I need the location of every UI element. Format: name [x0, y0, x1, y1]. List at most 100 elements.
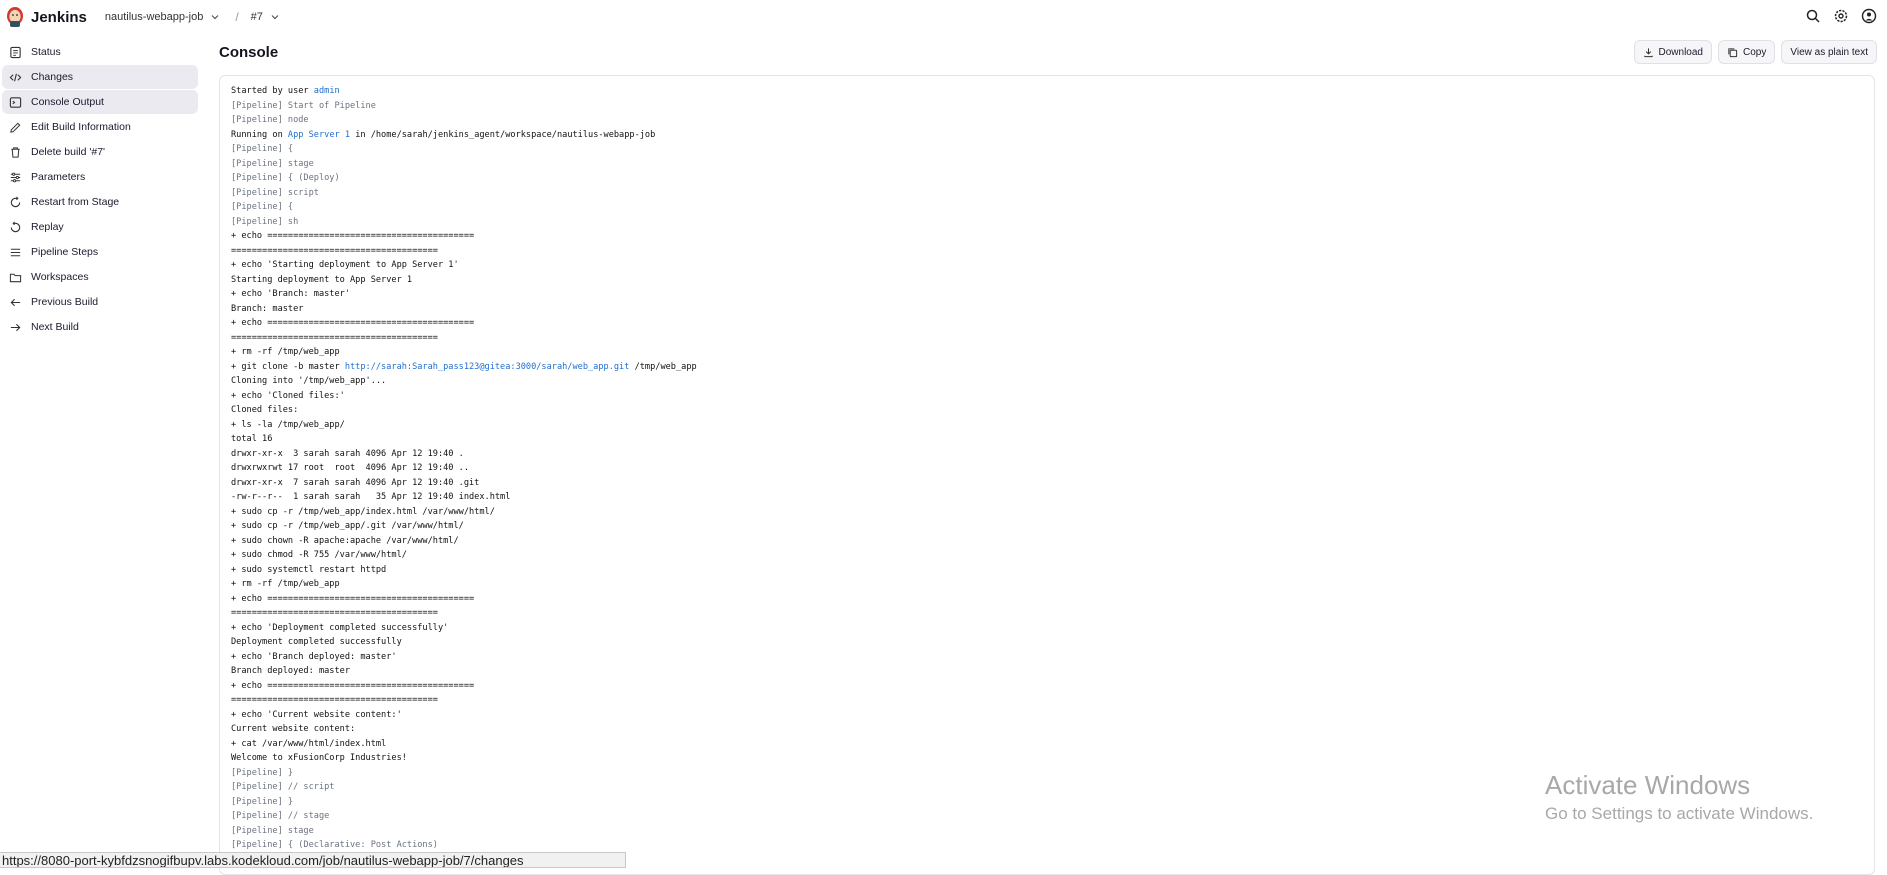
- console-line: Cloning into '/tmp/web_app'...: [231, 374, 1874, 389]
- pipeline-step-text: [Pipeline] {: [231, 202, 294, 212]
- sidebar-item-pipeline-steps[interactable]: Pipeline Steps: [2, 240, 198, 264]
- console-text: + sudo chmod -R 755 /var/www/html/: [231, 550, 407, 560]
- search-icon[interactable]: [1805, 8, 1821, 24]
- console-text: + echo =================================…: [231, 680, 475, 691]
- activate-windows-title: Activate Windows: [1545, 770, 1751, 800]
- console-line: + echo 'Cloned files:': [231, 389, 1874, 404]
- console-line: [Pipeline] {: [231, 142, 1874, 157]
- console-line: Starting deployment to App Server 1: [231, 273, 1874, 288]
- sidebar-item-parameters[interactable]: Parameters: [2, 165, 198, 189]
- sidebar-item-label: Restart from Stage: [31, 196, 120, 208]
- console-line: Welcome to xFusionCorp Industries!: [231, 751, 1874, 766]
- console-text: in /home/sarah/jenkins_agent/workspace/n…: [350, 129, 656, 140]
- gear-icon[interactable]: [1833, 8, 1849, 24]
- console-text: Deployment completed successfully: [231, 637, 402, 647]
- console-line: Started by user admin: [231, 84, 1874, 99]
- console-line: ========================================: [231, 693, 1874, 708]
- pipeline-step-text: [Pipeline] Start of Pipeline: [231, 100, 376, 111]
- pipeline-step-text: [Pipeline] script: [231, 187, 319, 198]
- console-text: Branch: master: [231, 303, 304, 314]
- console-text: + echo 'Branch: master': [231, 289, 350, 299]
- console-line: Branch: master: [231, 302, 1874, 317]
- pipeline-step-text: [Pipeline] sh: [231, 216, 299, 227]
- console-line: ========================================: [231, 331, 1874, 346]
- sidebar-item-workspaces[interactable]: Workspaces: [2, 265, 198, 289]
- jenkins-logo-icon[interactable]: [6, 6, 24, 28]
- sidebar-item-changes[interactable]: Changes: [2, 65, 198, 89]
- console-text: ========================================: [231, 332, 438, 343]
- console-line: + git clone -b master http://sarah:Sarah…: [231, 360, 1874, 375]
- sidebar-item-edit-build-information[interactable]: Edit Build Information: [2, 115, 198, 139]
- sidebar-item-label: Previous Build: [31, 296, 99, 308]
- console-line: + sudo cp -r /tmp/web_app/index.html /va…: [231, 505, 1874, 520]
- copy-button[interactable]: Copy: [1718, 40, 1776, 64]
- console-link[interactable]: http://sarah:Sarah_pass123@gitea:3000/sa…: [345, 362, 630, 372]
- console-link[interactable]: admin: [314, 86, 340, 96]
- console-text: Running on: [231, 129, 288, 140]
- console-line: [Pipeline] {: [231, 200, 1874, 215]
- sidebar-item-label: Next Build: [31, 321, 79, 333]
- console-text: + echo =================================…: [231, 593, 475, 604]
- copy-icon: [1728, 47, 1738, 57]
- breadcrumb-build-label[interactable]: #7: [251, 11, 263, 23]
- console-text: /tmp/web_app: [629, 361, 697, 372]
- console-line: + sudo chown -R apache:apache /var/www/h…: [231, 534, 1874, 549]
- download-button[interactable]: Download: [1633, 40, 1712, 64]
- code-icon: [9, 73, 22, 81]
- jenkins-brand[interactable]: Jenkins: [31, 9, 87, 26]
- console-line: + rm -rf /tmp/web_app: [231, 577, 1874, 592]
- console-line: + echo 'Current website content:': [231, 708, 1874, 723]
- pipeline-step-text: [Pipeline] }: [231, 767, 294, 778]
- console-text: total 16: [231, 434, 273, 444]
- breadcrumb-job[interactable]: nautilus-webapp-job: [105, 11, 227, 23]
- console-line: Cloned files:: [231, 403, 1874, 418]
- pipeline-step-text: [Pipeline] // script: [231, 782, 335, 792]
- sidebar-item-restart-from-stage[interactable]: Restart from Stage: [2, 190, 198, 214]
- sidebar-item-status[interactable]: Status: [2, 40, 198, 64]
- chevron-down-icon[interactable]: [269, 11, 281, 23]
- console-line: + echo =================================…: [231, 679, 1874, 694]
- header-actions: [1805, 8, 1877, 24]
- breadcrumb-job-label[interactable]: nautilus-webapp-job: [105, 11, 203, 23]
- pipeline-step-text: [Pipeline] { (Deploy): [231, 173, 340, 183]
- sidebar-item-label: Console Output: [31, 96, 104, 108]
- console-link[interactable]: App Server 1: [288, 130, 350, 140]
- restart-icon: [10, 196, 21, 207]
- arrow-left-icon: [10, 298, 21, 306]
- console-text: Starting deployment to App Server 1: [231, 274, 413, 285]
- sidebar-item-delete-build[interactable]: Delete build '#7': [2, 140, 198, 164]
- view-plain-text-button[interactable]: View as plain text: [1781, 40, 1877, 64]
- browser-status-url: https://8080-port-kybfdzsnogifbupv.labs.…: [0, 852, 626, 868]
- console-text: + sudo chown -R apache:apache /var/www/h…: [231, 535, 459, 546]
- pipeline-step-text: [Pipeline] node: [231, 115, 309, 125]
- console-line: Branch deployed: master: [231, 664, 1874, 679]
- user-icon[interactable]: [1861, 8, 1877, 24]
- console-line: + echo 'Branch deployed: master': [231, 650, 1874, 665]
- trash-icon: [11, 146, 20, 158]
- console-line: [Pipeline] stage: [231, 824, 1874, 839]
- pipeline-step-text: [Pipeline] { (Declarative: Post Actions): [231, 840, 438, 850]
- folder-icon: [9, 273, 22, 282]
- sidebar-item-label: Pipeline Steps: [31, 246, 99, 258]
- console-text: Welcome to xFusionCorp Industries!: [231, 753, 407, 763]
- sidebar-item-label: Replay: [31, 221, 64, 233]
- breadcrumb-build[interactable]: #7: [251, 11, 287, 23]
- console-text: ========================================: [231, 695, 438, 705]
- console-text: Started by user: [231, 86, 314, 96]
- sidebar-item-console-output[interactable]: Console Output: [2, 90, 198, 114]
- console-line: drwxr-xr-x 3 sarah sarah 4096 Apr 12 19:…: [231, 447, 1874, 462]
- console-text: drwxr-xr-x 7 sarah sarah 4096 Apr 12 19:…: [231, 477, 480, 488]
- console-output: Started by user admin [Pipeline] Start of…: [219, 75, 1875, 875]
- chevron-down-icon[interactable]: [209, 11, 221, 23]
- sidebar-item-next-build[interactable]: Next Build: [2, 315, 198, 339]
- console-line: [Pipeline] stage: [231, 157, 1874, 172]
- console-line: [Pipeline] Start of Pipeline: [231, 99, 1874, 114]
- console-line: [Pipeline] { (Deploy): [231, 171, 1874, 186]
- replay-icon: [10, 221, 21, 232]
- sidebar-item-previous-build[interactable]: Previous Build: [2, 290, 198, 314]
- console-line: + sudo systemctl restart httpd: [231, 563, 1874, 578]
- console-line: + ls -la /tmp/web_app/: [231, 418, 1874, 433]
- console-line: [Pipeline] { (Declarative: Post Actions): [231, 838, 1874, 853]
- sidebar-item-replay[interactable]: Replay: [2, 215, 198, 239]
- page-title: Console: [219, 44, 279, 61]
